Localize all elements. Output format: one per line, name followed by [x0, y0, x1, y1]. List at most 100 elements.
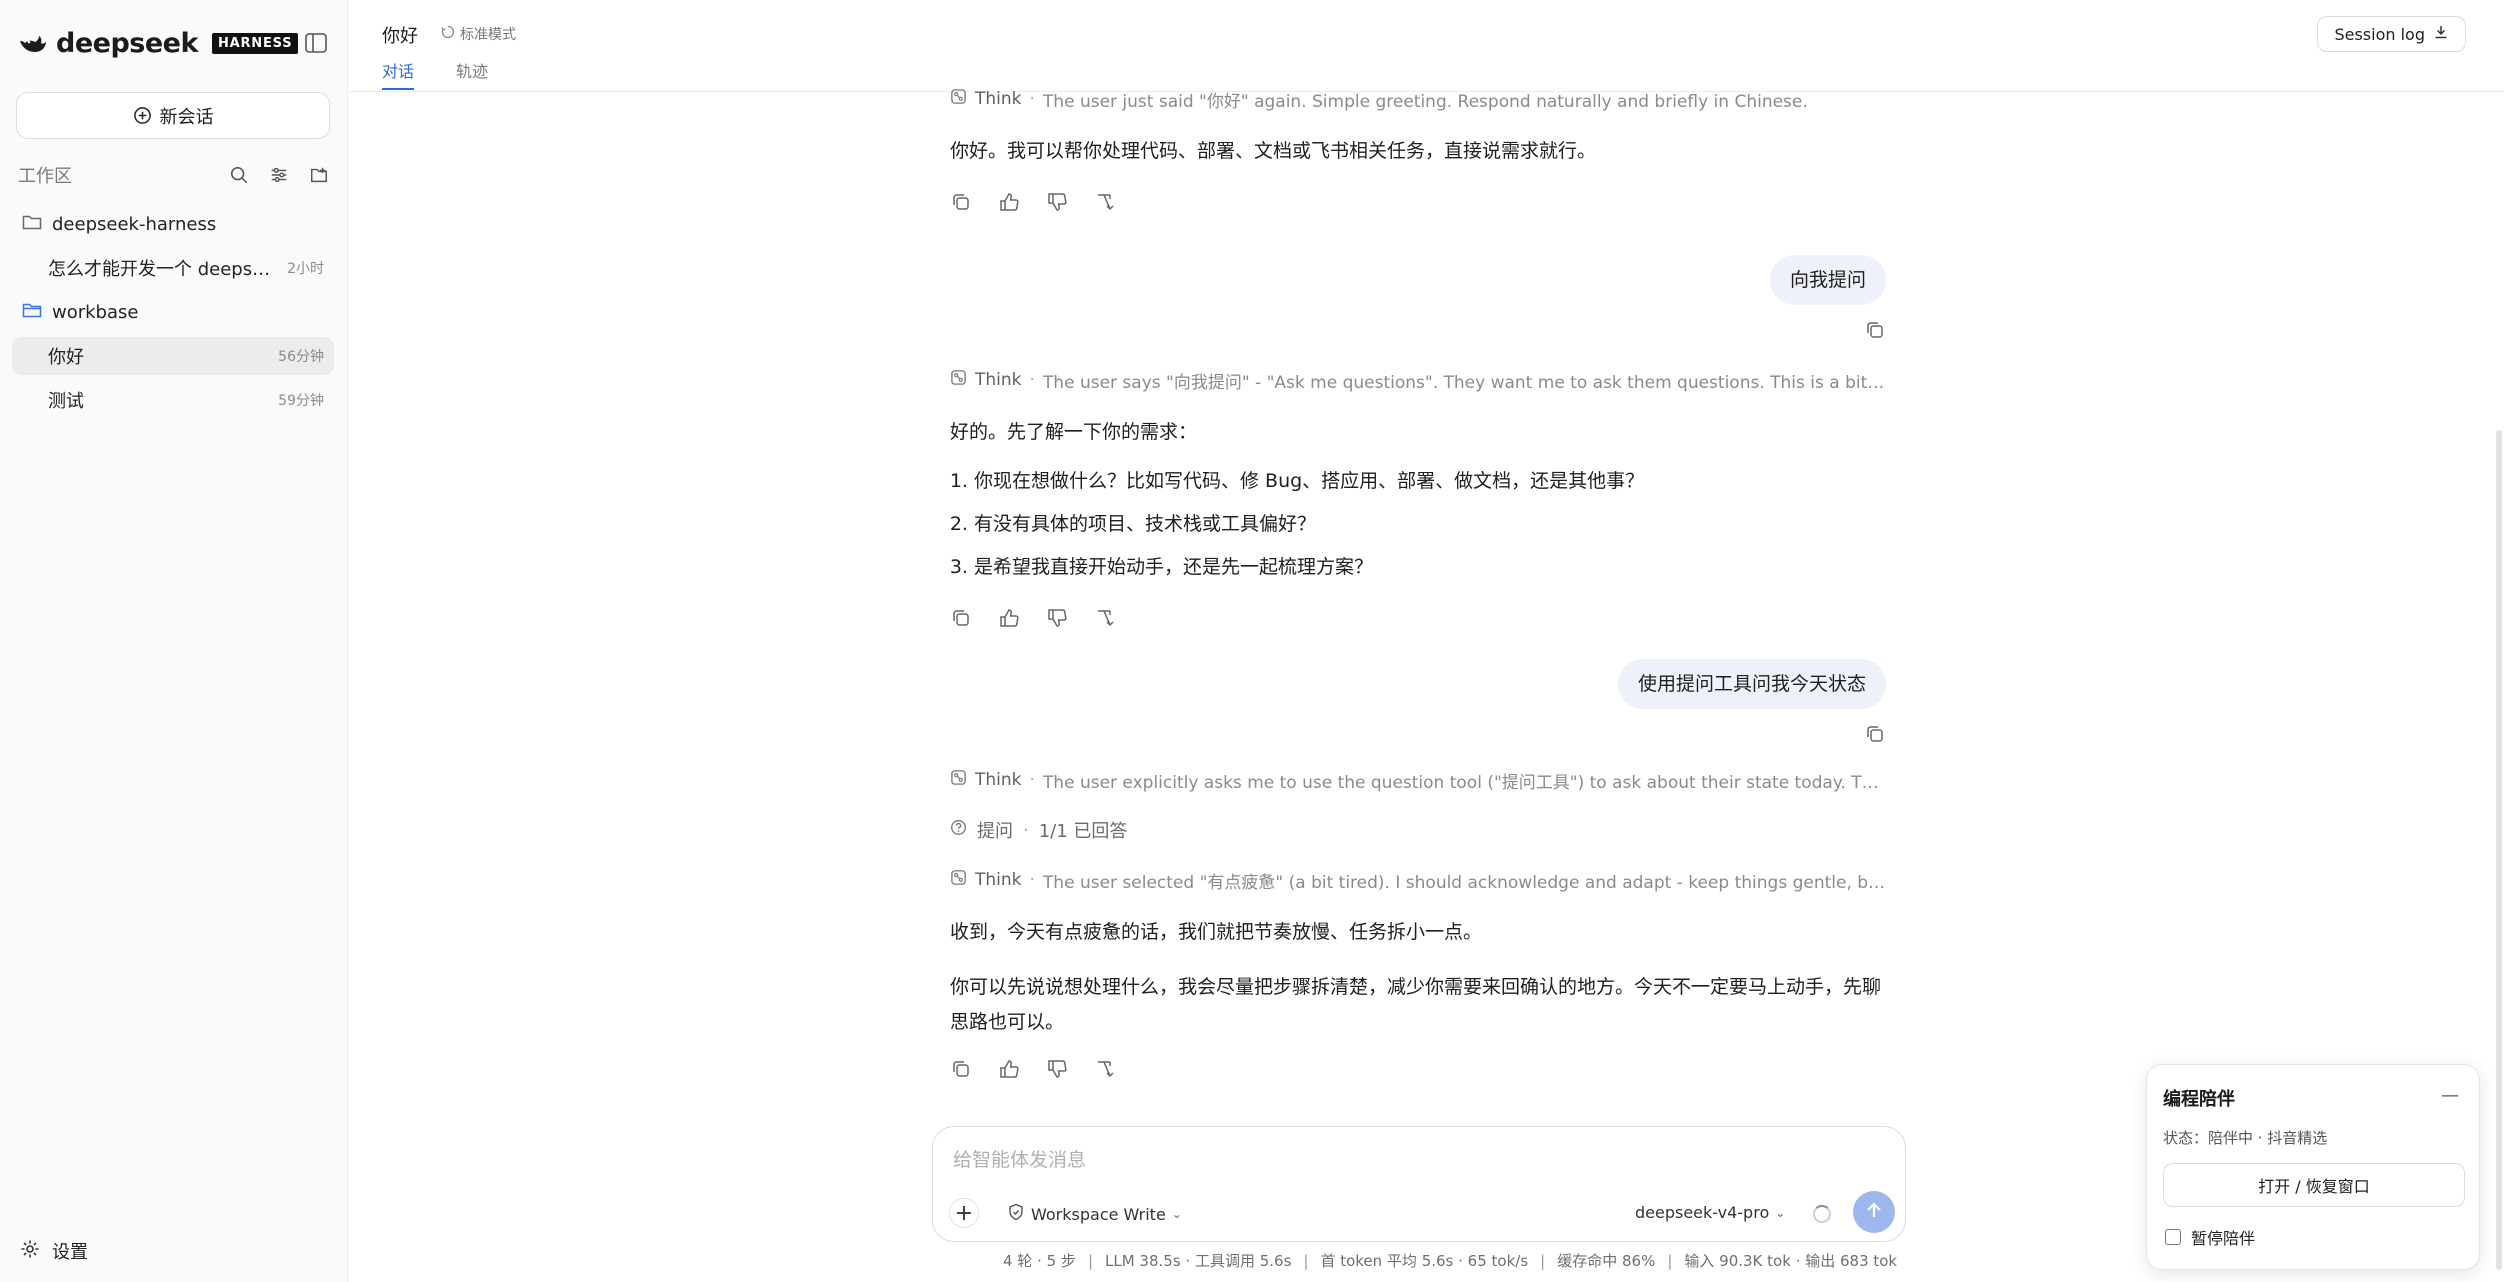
- folder-label: deepseek-harness: [52, 213, 217, 235]
- whale-logo-icon: [18, 31, 48, 57]
- settings-button[interactable]: 设置: [20, 1238, 88, 1264]
- user-message-actions: [950, 709, 1886, 745]
- stat-latency: LLM 38.5s · 工具调用 5.6s: [1105, 1252, 1292, 1270]
- copy-icon[interactable]: [1864, 319, 1886, 341]
- brand-badge: HARNESS: [211, 33, 299, 54]
- tab-bar: 对话 轨迹: [382, 58, 488, 90]
- minimize-icon[interactable]: —: [2441, 1085, 2459, 1106]
- message-actions: [950, 605, 1886, 631]
- companion-title: 编程陪伴: [2163, 1089, 2235, 1110]
- sidebar: deepseek HARNESS 新会话 工作区 deepseek-harnes…: [0, 0, 348, 1282]
- list-item: 你现在想做什么？比如写代码、修 Bug、搭应用、部署、做文档，还是其他事？: [974, 460, 1886, 503]
- stat-cache: 缓存命中 86%: [1557, 1252, 1656, 1270]
- session-log-button[interactable]: Session log: [2317, 16, 2466, 52]
- branch-icon[interactable]: [1094, 607, 1116, 629]
- think-row[interactable]: Think · The user selected "有点疲惫" (a bit …: [950, 865, 1886, 895]
- workspace-mode-select[interactable]: Workspace Write ⌄: [1007, 1203, 1182, 1225]
- new-chat-label: 新会话: [159, 106, 214, 128]
- think-row[interactable]: Think · The user explicitly asks me to u…: [950, 765, 1886, 795]
- chat-item-active[interactable]: 你好 56分钟: [12, 337, 334, 375]
- separator-dot: ·: [1029, 89, 1035, 109]
- folder-deepseek-harness[interactable]: deepseek-harness: [12, 205, 334, 243]
- thumbs-down-icon[interactable]: [1046, 607, 1068, 629]
- think-icon: [950, 369, 967, 391]
- mode-indicator[interactable]: 标准模式: [441, 24, 516, 44]
- checkbox-icon: [2165, 1229, 2181, 1245]
- think-summary: The user selected "有点疲惫" (a bit tired). …: [1042, 872, 1886, 893]
- workspace-title: 工作区: [18, 166, 72, 187]
- composer: 给智能体发消息 + Workspace Write ⌄ deepseek-v4-…: [932, 1126, 1906, 1242]
- think-summary: The user explicitly asks me to use the q…: [1042, 772, 1886, 793]
- think-summary: The user just said "你好" again. Simple gr…: [1042, 91, 1808, 112]
- gear-icon: [20, 1239, 40, 1264]
- branch-icon[interactable]: [1094, 191, 1116, 213]
- question-tool-row[interactable]: 提问 · 1/1 已回答: [950, 815, 1886, 845]
- separator-dot: ·: [1029, 370, 1035, 390]
- chat-item[interactable]: 测试 59分钟: [12, 381, 334, 419]
- page-title: 你好: [382, 26, 418, 47]
- thumbs-up-icon[interactable]: [998, 607, 1020, 629]
- workspace-header: 工作区: [18, 162, 330, 188]
- stat-rounds: 4 轮 · 5 步: [1003, 1252, 1076, 1270]
- attach-plus-button[interactable]: +: [949, 1198, 979, 1228]
- stat-tokens: 输入 90.3K tok · 输出 683 tok: [1684, 1252, 1898, 1270]
- plus-circle-icon: [133, 106, 152, 125]
- chat-scrollbar[interactable]: [2496, 430, 2502, 1270]
- chat-item-title: 测试: [48, 391, 84, 412]
- folder-workbase[interactable]: workbase: [12, 293, 334, 331]
- copy-icon[interactable]: [950, 1058, 972, 1080]
- chat-item-time: 59分钟: [278, 393, 324, 409]
- tab-trace[interactable]: 轨迹: [456, 58, 488, 90]
- thumbs-down-icon[interactable]: [1046, 1058, 1068, 1080]
- loading-spinner-icon: [1813, 1205, 1831, 1223]
- chevron-down-icon: ⌄: [1775, 1205, 1786, 1220]
- pause-companion-checkbox[interactable]: 暂停陪伴: [2165, 1225, 2255, 1249]
- sidebar-toggle-icon[interactable]: [304, 32, 328, 54]
- list-item: 是希望我直接开始动手，还是先一起梳理方案？: [974, 546, 1886, 589]
- think-summary: The user says "向我提问" - "Ask me questions…: [1042, 372, 1886, 393]
- message-actions: [950, 1056, 1886, 1082]
- branch-icon[interactable]: [1094, 1058, 1116, 1080]
- coding-companion-panel: 编程陪伴 — 状态：陪伴中 · 抖音精选 打开 / 恢复窗口 暂停陪伴: [2146, 1064, 2480, 1270]
- new-chat-button[interactable]: 新会话: [16, 92, 330, 139]
- assistant-message: 收到，今天有点疲惫的话，我们就把节奏放慢、任务拆小一点。: [950, 921, 1483, 943]
- question-label: 提问: [977, 821, 1013, 842]
- new-folder-icon[interactable]: [308, 164, 330, 186]
- think-row[interactable]: Think · The user says "向我提问" - "Ask me q…: [950, 365, 1886, 395]
- thumbs-down-icon[interactable]: [1046, 191, 1068, 213]
- chat-header: 你好 标准模式 对话 轨迹 Session log: [349, 0, 2504, 92]
- send-button[interactable]: [1853, 1191, 1895, 1233]
- search-icon[interactable]: [228, 164, 250, 186]
- thumbs-up-icon[interactable]: [998, 191, 1020, 213]
- brand[interactable]: deepseek HARNESS: [18, 28, 299, 59]
- assistant-message: 你好。我可以帮你处理代码、部署、文档或飞书相关任务，直接说需求就行。: [950, 140, 1597, 162]
- companion-status: 状态：陪伴中 · 抖音精选: [2163, 1129, 2328, 1147]
- chat-item-time: 2小时: [287, 261, 324, 277]
- open-restore-window-button[interactable]: 打开 / 恢复窗口: [2163, 1163, 2465, 1207]
- filter-sliders-icon[interactable]: [268, 164, 290, 186]
- mode-label: 标准模式: [460, 27, 516, 43]
- separator-dot: ·: [1023, 819, 1029, 841]
- separator-dot: ·: [1029, 870, 1035, 890]
- chat-item-title: 你好: [48, 347, 84, 368]
- usage-stats: 4 轮 · 5 步 | LLM 38.5s · 工具调用 5.6s | 首 token …: [1003, 1252, 1898, 1270]
- think-label: Think: [975, 870, 1022, 890]
- separator-dot: ·: [1029, 770, 1035, 790]
- think-row[interactable]: Think · The user just said "你好" again. S…: [950, 84, 1886, 114]
- tab-conversation[interactable]: 对话: [382, 58, 415, 90]
- chat-item[interactable]: 怎么才能开发一个 deepseek... 2小时: [12, 249, 334, 287]
- copy-icon[interactable]: [950, 607, 972, 629]
- question-status: 1/1 已回答: [1038, 821, 1128, 842]
- brand-name: deepseek: [56, 28, 198, 59]
- thumbs-up-icon[interactable]: [998, 1058, 1020, 1080]
- copy-icon[interactable]: [950, 191, 972, 213]
- folder-icon: [22, 213, 42, 236]
- model-select[interactable]: deepseek-v4-pro ⌄: [1635, 1203, 1785, 1222]
- question-circle-icon: [950, 819, 967, 841]
- chat-item-title: 怎么才能开发一个 deepseek...: [48, 259, 280, 280]
- user-turn: 使用提问工具问我今天状态: [950, 659, 1886, 745]
- recycle-icon: [441, 25, 455, 43]
- message-input[interactable]: 给智能体发消息: [953, 1145, 1086, 1172]
- download-icon: [2433, 24, 2449, 44]
- copy-icon[interactable]: [1864, 723, 1886, 745]
